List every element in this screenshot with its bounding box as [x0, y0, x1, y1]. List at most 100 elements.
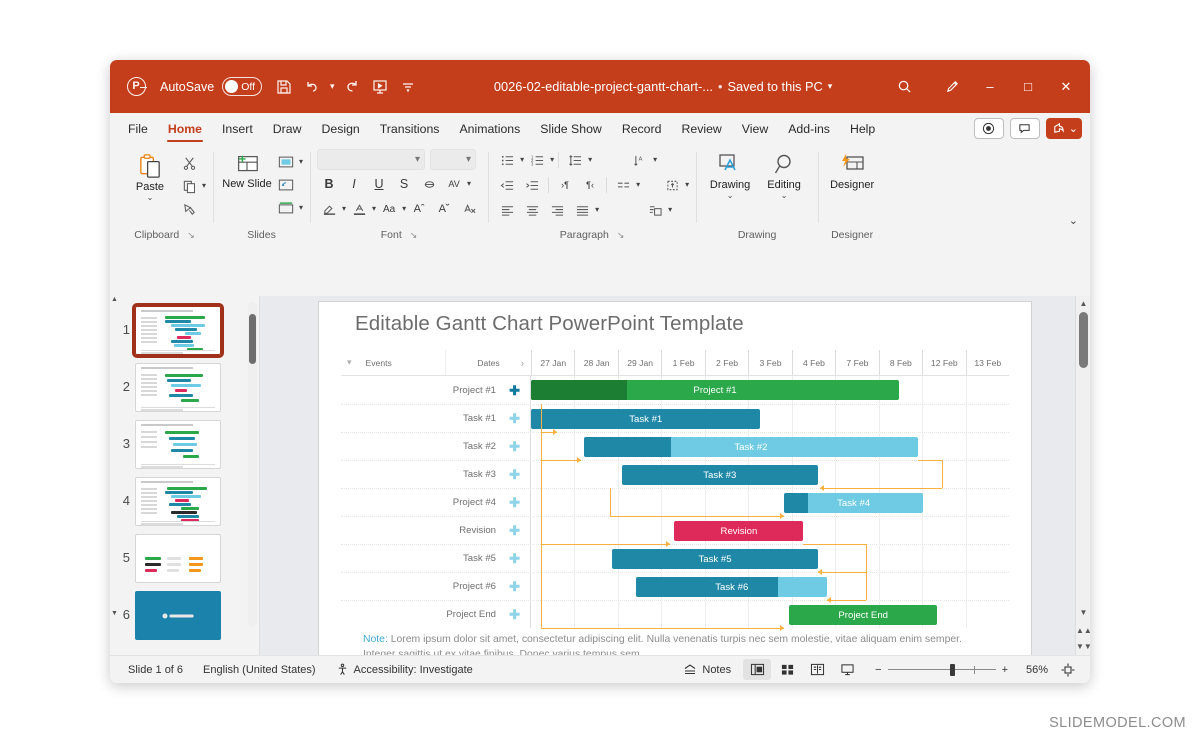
gantt-row-track[interactable]: Task #4 — [531, 489, 1009, 516]
slide-thumbnail-panel[interactable]: 1 2 3 4 5 6 ▲ ▼ — [110, 296, 260, 655]
thumbnail-scroll-down-icon[interactable]: ▼ — [110, 610, 119, 617]
thumbnail-preview[interactable] — [135, 363, 221, 412]
share-button[interactable]: ⌄ — [1045, 117, 1082, 139]
align-text-caret-icon[interactable]: ▾ — [685, 181, 689, 189]
columns-icon[interactable] — [611, 174, 635, 196]
justify-caret-icon[interactable]: ▾ — [595, 206, 599, 214]
gantt-chart[interactable]: ▾ Events Dates › 27 Jan 28 Jan 29 Jan 1 … — [341, 350, 1009, 631]
line-spacing-caret-icon[interactable]: ▾ — [588, 156, 592, 164]
new-slide-button[interactable]: New Slide — [220, 149, 274, 190]
document-title[interactable]: 0026-02-editable-project-gantt-chart-...… — [422, 79, 874, 94]
close-button[interactable]: ✕ — [1048, 67, 1084, 107]
reading-view-button[interactable] — [803, 659, 831, 680]
gantt-row[interactable]: Project #4 ✚ Task #4 — [341, 488, 1009, 516]
search-box[interactable] — [874, 79, 934, 94]
tab-animations[interactable]: Animations — [449, 118, 530, 139]
thumbnail-preview[interactable] — [135, 534, 221, 583]
zoom-slider[interactable]: − + — [869, 664, 1014, 676]
thumbnail-preview[interactable] — [135, 420, 221, 469]
font-color-caret-icon[interactable]: ▾ — [372, 205, 376, 213]
reset-icon[interactable] — [274, 174, 298, 196]
gantt-row-track[interactable]: Task #6 — [531, 573, 1009, 600]
thumbnail-scrollbar[interactable] — [248, 302, 257, 627]
bullets-icon[interactable] — [495, 149, 519, 171]
copy-caret-icon[interactable]: ▾ — [202, 182, 206, 190]
drawing-button[interactable]: Drawing ⌄ — [703, 149, 757, 200]
decrease-indent-icon[interactable] — [495, 174, 519, 196]
add-icon[interactable]: ✚ — [509, 580, 520, 593]
font-color-icon[interactable] — [347, 198, 371, 220]
scroll-down-icon[interactable]: ▼ — [1076, 608, 1090, 617]
tab-review[interactable]: Review — [671, 118, 731, 139]
text-highlight-caret-icon[interactable]: ▾ — [342, 205, 346, 213]
tab-view[interactable]: View — [732, 118, 778, 139]
save-icon[interactable] — [270, 73, 298, 101]
gantt-row[interactable]: Task #2 ✚ Task #2 — [341, 432, 1009, 460]
add-icon[interactable]: ✚ — [509, 496, 520, 509]
numbering-icon[interactable]: 1 23 — [525, 149, 549, 171]
maximize-button[interactable]: □ — [1010, 67, 1046, 107]
fit-to-window-icon[interactable] — [1054, 659, 1082, 680]
tab-insert[interactable]: Insert — [212, 118, 263, 139]
text-direction-icon[interactable]: A — [628, 149, 652, 171]
change-case-caret-icon[interactable]: ▾ — [402, 205, 406, 213]
tab-record[interactable]: Record — [612, 118, 672, 139]
layout-caret-icon[interactable]: ▾ — [299, 158, 303, 166]
minimize-button[interactable]: – — [972, 67, 1008, 107]
chevron-right-icon[interactable]: › — [521, 358, 524, 368]
ltr-icon[interactable]: ›¶ — [553, 174, 577, 196]
gantt-bar[interactable]: Project End — [789, 605, 938, 625]
redo-icon[interactable] — [338, 73, 366, 101]
align-left-icon[interactable] — [495, 199, 519, 221]
gantt-dates-header[interactable]: Dates › — [445, 350, 531, 375]
slide-counter[interactable]: Slide 1 of 6 — [118, 664, 193, 676]
undo-icon[interactable] — [298, 73, 326, 101]
slide-title[interactable]: Editable Gantt Chart PowerPoint Template — [355, 312, 744, 336]
thumbnail-preview[interactable] — [132, 303, 224, 358]
thumbnail-item-2[interactable]: 2 — [110, 359, 259, 416]
thumbnail-item-1[interactable]: 1 — [110, 302, 259, 359]
align-center-icon[interactable] — [520, 199, 544, 221]
tab-transitions[interactable]: Transitions — [370, 118, 450, 139]
gantt-row[interactable]: Task #3 ✚ Task #3 — [341, 460, 1009, 488]
start-presentation-icon[interactable] — [366, 73, 394, 101]
numbering-caret-icon[interactable]: ▾ — [550, 156, 554, 164]
add-icon[interactable]: ✚ — [509, 384, 520, 397]
customize-quick-access-icon[interactable] — [394, 73, 422, 101]
text-direction-caret-icon[interactable]: ▾ — [653, 156, 657, 164]
comments-icon[interactable] — [1009, 117, 1040, 139]
tab-slide-show[interactable]: Slide Show — [530, 118, 612, 139]
align-text-icon[interactable] — [660, 174, 684, 196]
add-icon[interactable]: ✚ — [509, 608, 520, 621]
clear-formatting-icon[interactable] — [457, 198, 481, 220]
add-icon[interactable]: ✚ — [509, 468, 520, 481]
autosave-toggle[interactable]: Off — [222, 77, 263, 96]
add-icon[interactable]: ✚ — [509, 552, 520, 565]
paragraph-dialog-launcher[interactable]: ↘ — [617, 230, 625, 241]
increase-font-size-button[interactable]: Aˆ — [407, 198, 431, 220]
text-shadow-icon[interactable] — [417, 173, 441, 195]
thumbnail-scroll-thumb[interactable] — [249, 314, 256, 364]
designer-button[interactable]: Designer — [825, 149, 879, 191]
next-slide-icon[interactable]: ▼▼ — [1076, 642, 1090, 651]
tab-draw[interactable]: Draw — [263, 118, 312, 139]
thumbnail-item-6[interactable]: 6 — [110, 587, 259, 644]
gantt-row-track[interactable]: Revision — [531, 517, 1009, 544]
thumbnail-scroll-up-icon[interactable]: ▲ — [110, 296, 119, 303]
tab-help[interactable]: Help — [840, 118, 885, 139]
tab-file[interactable]: File — [118, 118, 158, 139]
justify-icon[interactable] — [570, 199, 594, 221]
gantt-row-track[interactable]: Project #1 — [531, 376, 1009, 404]
tab-add-ins[interactable]: Add-ins — [778, 118, 840, 139]
thumbnail-item-4[interactable]: 4 — [110, 473, 259, 530]
font-name-input[interactable]: ▾ — [317, 149, 426, 170]
add-icon[interactable]: ✚ — [509, 412, 520, 425]
tab-home[interactable]: Home — [158, 118, 212, 142]
slide-vertical-scrollbar[interactable]: ▲ ▼ ▲▲ ▼▼ — [1075, 296, 1090, 655]
gantt-row-track[interactable]: Task #5 — [531, 545, 1009, 572]
increase-indent-icon[interactable] — [520, 174, 544, 196]
scroll-up-icon[interactable]: ▲ — [1076, 299, 1090, 308]
gantt-events-header[interactable]: ▾ Events — [341, 350, 445, 375]
gantt-bar[interactable]: Task #5 — [612, 549, 818, 569]
cut-icon[interactable] — [177, 152, 201, 174]
